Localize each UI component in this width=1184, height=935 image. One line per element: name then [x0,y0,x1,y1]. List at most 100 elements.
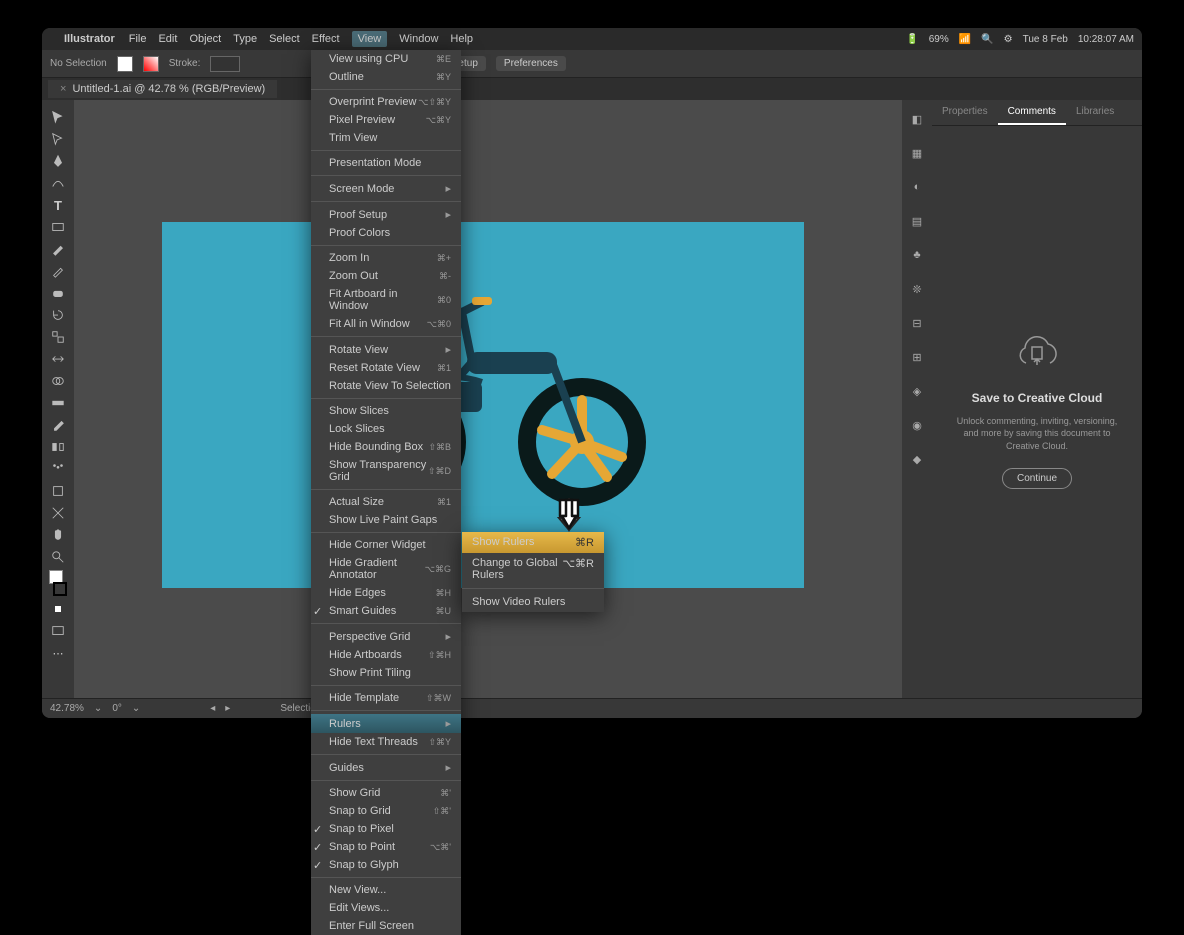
menu-item-fit-artboard-in-window[interactable]: Fit Artboard in Window⌘0 [311,285,461,315]
menu-item-show-grid[interactable]: Show Grid⌘' [311,784,461,802]
menu-item-snap-to-grid[interactable]: Snap to Grid⇧⌘' [311,802,461,820]
shape-builder-tool[interactable] [45,370,71,392]
menu-edit[interactable]: Edit [158,33,177,45]
app-name[interactable]: Illustrator [64,33,115,45]
pencil-tool[interactable] [45,260,71,282]
zoom-level[interactable]: 42.78% [50,703,84,714]
eyedropper-tool[interactable] [45,414,71,436]
brushes-icon[interactable]: ♣ [908,246,926,264]
symbol-sprayer-tool[interactable] [45,458,71,480]
screen-mode-tool[interactable] [45,620,71,642]
pen-tool[interactable] [45,150,71,172]
menu-help[interactable]: Help [450,33,473,45]
menu-item-fit-all-in-window[interactable]: Fit All in Window⌥⌘0 [311,315,461,333]
menu-type[interactable]: Type [233,33,257,45]
menu-item-new-view-[interactable]: New View... [311,881,461,899]
search-icon[interactable]: 🔍 [981,34,993,45]
slice-tool[interactable] [45,502,71,524]
rectangle-tool[interactable] [45,216,71,238]
type-tool[interactable]: T [45,194,71,216]
appearance-icon[interactable]: ◉ [908,416,926,434]
submenu-item-show-rulers[interactable]: Show Rulers⌘R [462,532,604,553]
menu-item-hide-edges[interactable]: Hide Edges⌘H [311,584,461,602]
document-tab[interactable]: × Untitled-1.ai @ 42.78 % (RGB/Preview) [48,80,277,98]
menu-item-rotate-view[interactable]: Rotate View▸ [311,340,461,359]
menu-item-perspective-grid[interactable]: Perspective Grid▸ [311,627,461,646]
continue-button[interactable]: Continue [1002,468,1072,489]
submenu-item-show-video-rulers[interactable]: Show Video Rulers [462,592,604,612]
menu-item-snap-to-pixel[interactable]: ✓Snap to Pixel [311,820,461,838]
menu-view[interactable]: View [352,31,388,47]
tab-properties[interactable]: Properties [932,100,998,125]
rotate-value[interactable]: 0° [112,703,122,714]
scale-tool[interactable] [45,326,71,348]
symbols-icon[interactable]: ❊ [908,280,926,298]
menu-select[interactable]: Select [269,33,300,45]
menu-item-smart-guides[interactable]: ✓Smart Guides⌘U [311,602,461,620]
swatches-icon[interactable]: ▤ [908,212,926,230]
tab-libraries[interactable]: Libraries [1066,100,1124,125]
menu-item-show-live-paint-gaps[interactable]: Show Live Paint Gaps [311,511,461,529]
eraser-tool[interactable] [45,282,71,304]
chevron-down-icon[interactable]: ⌄ [132,703,140,714]
menu-item-enter-full-screen[interactable]: Enter Full Screen [311,917,461,935]
stroke-weight[interactable] [210,56,240,72]
menu-effect[interactable]: Effect [312,33,340,45]
menu-item-guides[interactable]: Guides▸ [311,758,461,777]
menu-file[interactable]: File [129,33,147,45]
stroke-swatch[interactable] [143,56,159,72]
close-tab-icon[interactable]: × [60,83,66,95]
menu-item-outline[interactable]: Outline⌘Y [311,68,461,86]
menu-item-pixel-preview[interactable]: Pixel Preview⌥⌘Y [311,111,461,129]
paintbrush-tool[interactable] [45,238,71,260]
menu-item-view-using-cpu[interactable]: View using CPU⌘E [311,50,461,68]
artboards-icon[interactable]: ▦ [908,144,926,162]
transform-icon[interactable]: ◈ [908,382,926,400]
selection-tool[interactable] [45,106,71,128]
graphic-styles-icon[interactable]: ◆ [908,450,926,468]
width-tool[interactable] [45,348,71,370]
menu-item-overprint-preview[interactable]: Overprint Preview⌥⇧⌘Y [311,93,461,111]
direct-selection-tool[interactable] [45,128,71,150]
zoom-tool[interactable] [45,546,71,568]
menu-item-show-transparency-grid[interactable]: Show Transparency Grid⇧⌘D [311,456,461,486]
menu-item-show-print-tiling[interactable]: Show Print Tiling [311,664,461,682]
edit-toolbar[interactable]: ⋯ [45,642,71,664]
menu-item-hide-bounding-box[interactable]: Hide Bounding Box⇧⌘B [311,438,461,456]
menu-item-edit-views-[interactable]: Edit Views... [311,899,461,917]
tab-comments[interactable]: Comments [998,100,1066,125]
menu-item-show-slices[interactable]: Show Slices [311,402,461,420]
menu-item-hide-artboards[interactable]: Hide Artboards⇧⌘H [311,646,461,664]
menu-item-lock-slices[interactable]: Lock Slices [311,420,461,438]
menu-item-actual-size[interactable]: Actual Size⌘1 [311,493,461,511]
color-icon[interactable]: ◐ [908,178,926,196]
fill-swatch[interactable] [117,56,133,72]
menu-item-screen-mode[interactable]: Screen Mode▸ [311,179,461,198]
menu-item-trim-view[interactable]: Trim View [311,129,461,147]
menu-item-snap-to-glyph[interactable]: ✓Snap to Glyph [311,856,461,874]
layers-icon[interactable]: ◧ [908,110,926,128]
chevron-down-icon[interactable]: ⌄ [94,703,102,714]
curvature-tool[interactable] [45,172,71,194]
menu-item-hide-corner-widget[interactable]: Hide Corner Widget [311,536,461,554]
control-center-icon[interactable]: ⚙ [1004,34,1013,45]
menu-item-rulers[interactable]: Rulers▸ [311,714,461,733]
fill-stroke-swatch[interactable] [45,568,71,598]
rotate-tool[interactable] [45,304,71,326]
artboard-nav-next[interactable]: ▸ [225,703,230,714]
menu-item-zoom-out[interactable]: Zoom Out⌘- [311,267,461,285]
menu-item-hide-gradient-annotator[interactable]: Hide Gradient Annotator⌥⌘G [311,554,461,584]
blend-tool[interactable] [45,436,71,458]
stroke-panel-icon[interactable]: ⊟ [908,314,926,332]
menu-item-hide-text-threads[interactable]: Hide Text Threads⇧⌘Y [311,733,461,751]
menu-item-proof-setup[interactable]: Proof Setup▸ [311,205,461,224]
menu-item-presentation-mode[interactable]: Presentation Mode [311,154,461,172]
preferences-button[interactable]: Preferences [496,56,566,71]
menu-object[interactable]: Object [189,33,221,45]
menu-window[interactable]: Window [399,33,438,45]
menu-item-proof-colors[interactable]: Proof Colors [311,224,461,242]
color-mode[interactable] [45,598,71,620]
hand-tool[interactable] [45,524,71,546]
artboard-nav-prev[interactable]: ◂ [210,703,215,714]
menu-item-zoom-in[interactable]: Zoom In⌘+ [311,249,461,267]
